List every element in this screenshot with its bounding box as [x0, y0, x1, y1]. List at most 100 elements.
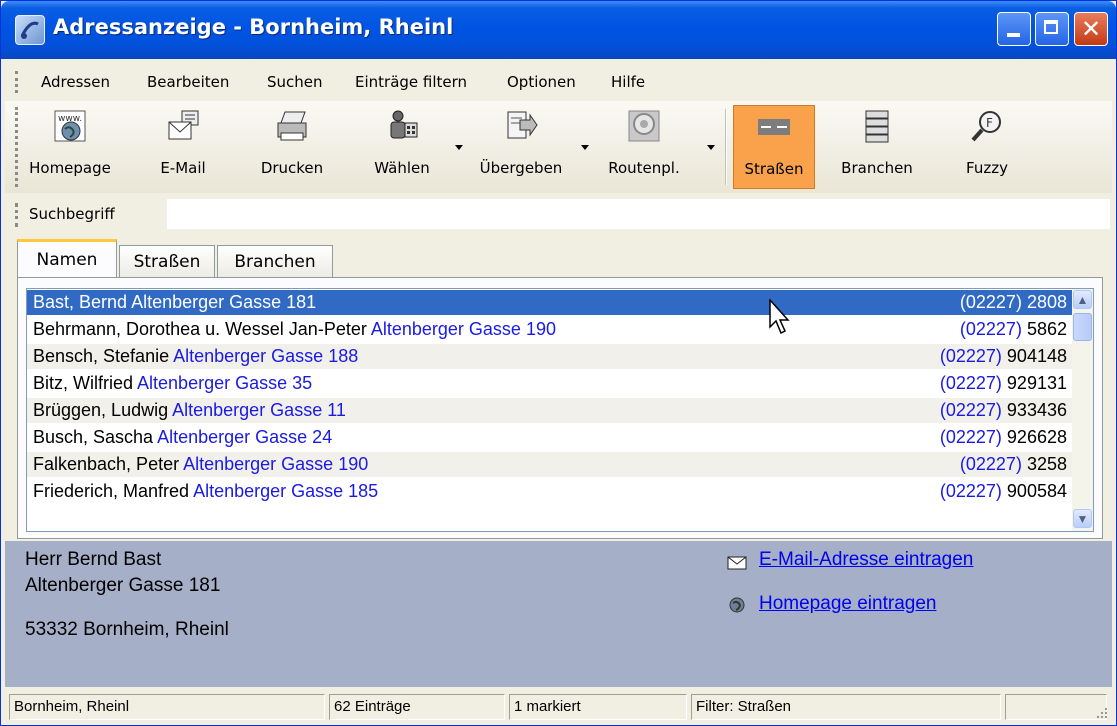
chevron-up-icon: ▲: [1076, 293, 1089, 307]
transfer-dropdown-arrow-icon[interactable]: [581, 145, 589, 150]
menu-bar: Adressen Bearbeiten Suchen Einträge filt…: [5, 63, 1112, 101]
entry-number: 926628: [1006, 427, 1067, 447]
entry-area-code[interactable]: (02227): [960, 454, 1022, 474]
entry-area-code[interactable]: (02227): [940, 427, 1002, 447]
svg-text:F: F: [986, 116, 993, 130]
search-label: Suchbegriff: [29, 205, 115, 223]
print-label: Drucken: [260, 159, 324, 177]
entry-area-code[interactable]: (02227): [940, 481, 1002, 501]
searchbar-grip-icon[interactable]: [15, 203, 21, 227]
list-item[interactable]: Bast, Bernd Altenberger Gasse 181 (02227…: [27, 290, 1073, 315]
entry-address[interactable]: Altenberger Gasse 190: [183, 454, 368, 474]
list-item[interactable]: Bensch, Stefanie Altenberger Gasse 188 (…: [27, 344, 1073, 369]
entry-area-code[interactable]: (02227): [940, 373, 1002, 393]
tab-namen[interactable]: Namen: [17, 239, 117, 277]
print-button[interactable]: Drucken: [249, 105, 335, 189]
globe-icon: [727, 597, 747, 613]
entry-number: 929131: [1006, 373, 1067, 393]
list-stack-icon: [860, 109, 894, 143]
list-item[interactable]: Friederich, Manfred Altenberger Gasse 18…: [27, 479, 1073, 504]
phone-icon: [385, 109, 419, 143]
status-location: Bornheim, Rheinl: [9, 694, 325, 720]
menu-bearbeiten[interactable]: Bearbeiten: [147, 73, 229, 91]
app-icon: [15, 15, 45, 45]
entry-name: Brüggen, Ludwig: [33, 400, 169, 420]
toolbar: www. Homepage E-Mail Drucken Wählen Über…: [5, 101, 1112, 193]
status-bar: Bornheim, Rheinl 62 Einträge 1 markiert …: [5, 691, 1112, 723]
scroll-down-button[interactable]: ▼: [1073, 509, 1092, 528]
list-item[interactable]: Busch, Sascha Altenberger Gasse 24 (0222…: [27, 425, 1073, 450]
email-label: E-Mail: [160, 159, 206, 177]
entry-area-code[interactable]: (02227): [960, 292, 1022, 312]
close-icon: ✕: [1080, 15, 1102, 43]
route-planner-label: Routenpl.: [608, 159, 680, 177]
add-email-link[interactable]: E-Mail-Adresse eintragen: [759, 549, 973, 571]
streets-icon: [757, 110, 791, 144]
scroll-up-button[interactable]: ▲: [1073, 290, 1092, 309]
globe-icon: www.: [53, 109, 87, 143]
search-input[interactable]: [167, 199, 1110, 229]
entry-name: Behrmann, Dorothea u. Wessel Jan-Peter: [33, 319, 367, 339]
transfer-label: Übergeben: [479, 159, 563, 177]
add-homepage-link[interactable]: Homepage eintragen: [759, 593, 936, 615]
status-count: 62 Einträge: [329, 694, 505, 720]
maximize-button[interactable]: [1035, 12, 1069, 46]
application-window: Adressanzeige - Bornheim, Rheinl ✕ Adres…: [0, 0, 1117, 726]
entry-number: 5862: [1026, 319, 1067, 339]
export-arrow-icon: [504, 109, 538, 143]
branches-button[interactable]: Branchen: [835, 105, 919, 189]
address-list[interactable]: Bast, Bernd Altenberger Gasse 181 (02227…: [26, 288, 1094, 532]
mouse-cursor-icon: [769, 298, 793, 339]
menu-suchen[interactable]: Suchen: [267, 73, 323, 91]
entry-area-code[interactable]: (02227): [960, 319, 1022, 339]
transfer-button[interactable]: Übergeben: [471, 105, 571, 189]
dial-dropdown-arrow-icon[interactable]: [455, 145, 463, 150]
entry-number: 3258: [1026, 454, 1067, 474]
homepage-button[interactable]: www. Homepage: [27, 105, 113, 189]
entry-address[interactable]: Altenberger Gasse 190: [371, 319, 556, 339]
entry-address[interactable]: Altenberger Gasse 188: [173, 346, 358, 366]
list-scrollbar[interactable]: ▲ ▼: [1072, 289, 1093, 531]
menu-optionen[interactable]: Optionen: [507, 73, 576, 91]
streets-filter-button[interactable]: Straßen: [733, 105, 815, 189]
entry-area-code[interactable]: (02227): [940, 400, 1002, 420]
resize-grip-icon[interactable]: [1094, 705, 1108, 719]
entry-address[interactable]: Altenberger Gasse 185: [193, 481, 378, 501]
list-item[interactable]: Behrmann, Dorothea u. Wessel Jan-Peter A…: [27, 317, 1073, 342]
menu-hilfe[interactable]: Hilfe: [611, 73, 645, 91]
window-title: Adressanzeige - Bornheim, Rheinl: [53, 15, 454, 39]
menu-eintraege-filtern[interactable]: Einträge filtern: [355, 73, 467, 91]
entry-address[interactable]: Altenberger Gasse 11: [172, 400, 346, 420]
entry-address[interactable]: Altenberger Gasse 181: [131, 292, 316, 312]
menu-adressen[interactable]: Adressen: [41, 73, 110, 91]
tab-branchen[interactable]: Branchen: [217, 245, 333, 277]
entry-name: Falkenbach, Peter: [33, 454, 180, 474]
list-item[interactable]: Falkenbach, Peter Altenberger Gasse 190 …: [27, 452, 1073, 477]
printer-icon: [275, 109, 309, 143]
entry-area-code[interactable]: (02227): [940, 346, 1002, 366]
envelope-icon: [727, 555, 747, 571]
entry-number: 2808: [1026, 292, 1067, 312]
entry-address[interactable]: Altenberger Gasse 35: [137, 373, 312, 393]
toolbar-grip-icon[interactable]: [15, 107, 21, 187]
minimize-button[interactable]: [997, 12, 1031, 46]
menubar-grip-icon[interactable]: [15, 71, 21, 93]
scroll-thumb[interactable]: [1073, 313, 1092, 341]
list-item[interactable]: Bitz, Wilfried Altenberger Gasse 35 (022…: [27, 371, 1073, 396]
entry-address[interactable]: Altenberger Gasse 24: [157, 427, 332, 447]
status-marked: 1 markiert: [509, 694, 687, 720]
detail-street: Altenberger Gasse 181: [25, 575, 221, 596]
list-item[interactable]: Brüggen, Ludwig Altenberger Gasse 11 (02…: [27, 398, 1073, 423]
route-dropdown-arrow-icon[interactable]: [707, 145, 715, 150]
dial-button[interactable]: Wählen: [359, 105, 445, 189]
route-planner-button[interactable]: Routenpl.: [597, 105, 691, 189]
envelope-icon: [166, 109, 200, 143]
title-bar[interactable]: Adressanzeige - Bornheim, Rheinl ✕: [1, 1, 1116, 59]
chevron-down-icon: ▼: [1076, 512, 1089, 526]
entry-name: Busch, Sascha: [33, 427, 154, 447]
detail-pane: Herr Bernd Bast Altenberger Gasse 181 53…: [5, 541, 1112, 687]
fuzzy-search-button[interactable]: F Fuzzy: [947, 105, 1027, 189]
close-button[interactable]: ✕: [1074, 12, 1108, 46]
tab-strassen[interactable]: Straßen: [119, 245, 215, 277]
email-button[interactable]: E-Mail: [143, 105, 223, 189]
